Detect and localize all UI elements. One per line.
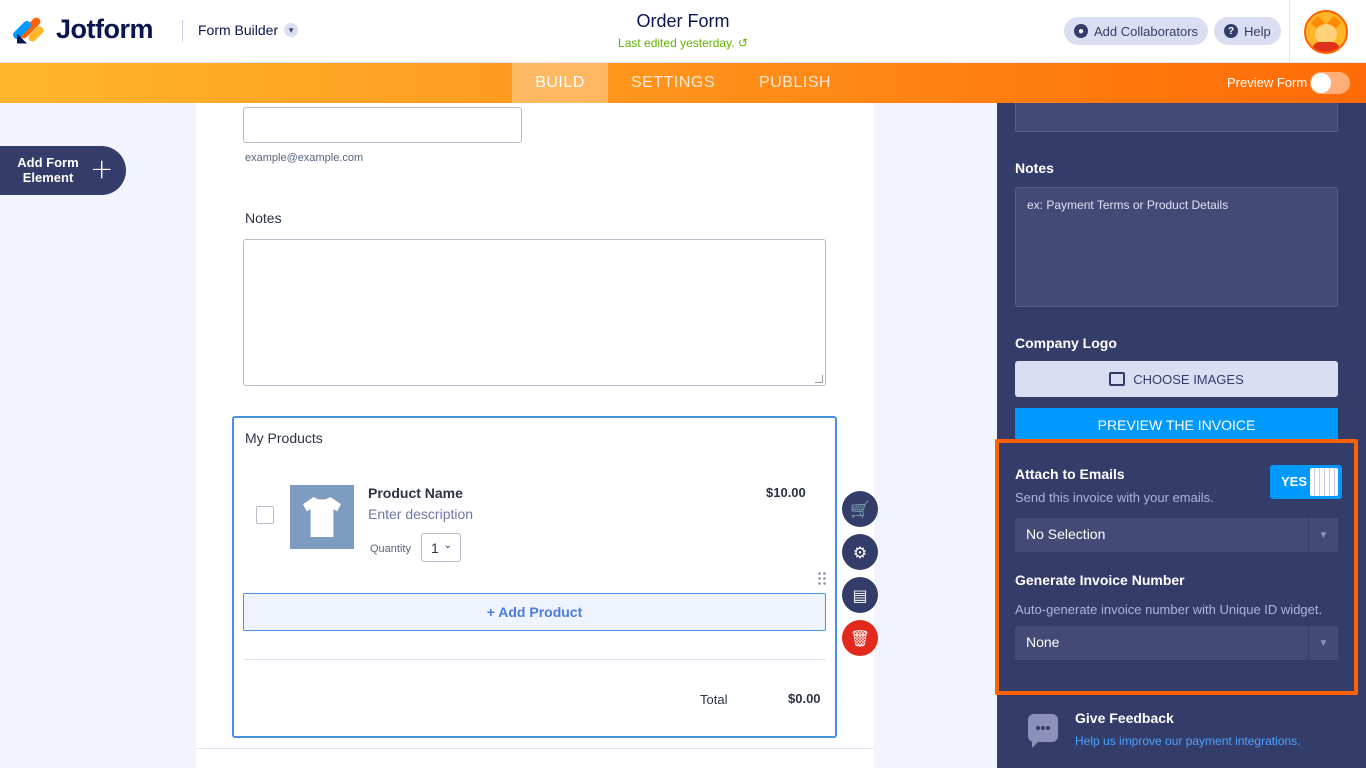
help-button[interactable]: ? Help — [1214, 17, 1281, 45]
header-divider — [182, 20, 183, 42]
jotform-logo-icon — [11, 15, 46, 45]
product-image — [290, 485, 354, 549]
email-field[interactable] — [243, 107, 522, 143]
add-product-button[interactable]: + Add Product — [243, 593, 826, 631]
product-description: Enter description — [368, 506, 474, 522]
question-icon: ? — [1224, 24, 1238, 38]
form-builder-label: Form Builder — [198, 22, 279, 38]
email-selection-value: No Selection — [1026, 526, 1106, 542]
attach-to-emails-toggle[interactable]: YES — [1270, 465, 1342, 499]
add-form-element-line1: Add Form — [17, 155, 79, 170]
form-title-area: Order Form Last edited yesterday. ↺ — [583, 11, 783, 50]
undo-icon: ↺ — [737, 36, 748, 50]
my-products-field[interactable]: My Products Product Name Enter descripti… — [232, 416, 837, 738]
image-icon — [1109, 372, 1126, 386]
panel-textarea-top[interactable] — [1015, 103, 1338, 132]
cart-icon[interactable]: 🛒 — [842, 491, 878, 527]
tab-publish[interactable]: PUBLISH — [742, 63, 848, 103]
choose-images-label: CHOOSE IMAGES — [1133, 371, 1244, 387]
quantity-value: 1 — [431, 540, 439, 556]
product-name: Product Name — [368, 485, 463, 501]
form-title[interactable]: Order Form — [583, 11, 783, 32]
add-form-element-line2: Element — [22, 170, 74, 185]
notes-textarea[interactable] — [243, 239, 826, 386]
products-divider — [243, 659, 826, 660]
invoice-number-value: None — [1026, 634, 1060, 650]
product-price: $10.00 — [766, 485, 806, 500]
generate-invoice-number-description: Auto-generate invoice number with Unique… — [1015, 602, 1323, 617]
quantity-select[interactable]: 1 ⌄ — [421, 533, 461, 562]
header-separator — [1289, 0, 1290, 63]
toggle-yes-label: YES — [1281, 474, 1308, 489]
payment-card-icon[interactable]: ▤ — [842, 577, 878, 613]
total-label: Total — [700, 692, 728, 707]
add-collaborators-button[interactable]: ● Add Collaborators — [1064, 17, 1209, 45]
jotform-logo[interactable]: Jotform — [11, 14, 154, 45]
email-selection-dropdown[interactable]: No Selection ▼ — [1015, 518, 1338, 552]
toggle-knob — [1310, 468, 1338, 496]
products-label: My Products — [245, 430, 323, 446]
add-form-element-button[interactable]: Add Form Element + — [0, 146, 126, 195]
tab-settings[interactable]: SETTINGS — [614, 63, 732, 103]
drag-handle-icon[interactable] — [817, 571, 827, 585]
form-builder-dropdown[interactable]: Form Builder ▾ — [198, 22, 299, 38]
form-canvas: example@example.com Notes My Products Pr… — [196, 103, 874, 768]
top-header: Jotform Form Builder ▾ Order Form Last e… — [0, 0, 1366, 63]
canvas-divider — [196, 748, 874, 749]
chevron-down-icon: ▼ — [1308, 626, 1338, 660]
notes-label: Notes — [245, 210, 282, 226]
resize-handle-icon[interactable] — [815, 375, 823, 383]
gear-icon[interactable]: ⚙ — [842, 534, 878, 570]
help-label: Help — [1244, 23, 1271, 39]
toggle-knob — [1311, 73, 1331, 93]
preview-form-label: Preview Form — [1227, 75, 1308, 90]
tshirt-icon — [303, 497, 341, 537]
last-edited-text: Last edited yesterday. — [618, 36, 735, 50]
feedback-link[interactable]: Help us improve our payment integrations… — [1075, 734, 1300, 748]
email-sublabel: example@example.com — [245, 152, 364, 164]
panel-notes-textarea[interactable]: ex: Payment Terms or Product Details — [1015, 187, 1338, 307]
trash-icon[interactable]: 🗑 — [842, 620, 878, 656]
quantity-label: Quantity — [370, 543, 411, 555]
total-value: $0.00 — [788, 691, 821, 706]
invoice-number-dropdown[interactable]: None ▼ — [1015, 626, 1338, 660]
generate-invoice-number-title: Generate Invoice Number — [1015, 572, 1185, 588]
builder-nav-bar: BUILD SETTINGS PUBLISH Preview Form — [0, 63, 1366, 103]
give-feedback-title: Give Feedback — [1075, 710, 1174, 726]
preview-invoice-button[interactable]: PREVIEW THE INVOICE — [1015, 408, 1338, 442]
plus-icon: + — [90, 152, 114, 185]
add-collaborators-label: Add Collaborators — [1094, 23, 1199, 39]
logo-text: Jotform — [56, 14, 154, 44]
last-edited-status[interactable]: Last edited yesterday. ↺ — [583, 36, 783, 50]
attach-to-emails-description: Send this invoice with your emails. — [1015, 490, 1214, 505]
chevron-down-icon: ⌄ — [443, 540, 452, 551]
panel-notes-label: Notes — [1015, 160, 1054, 176]
chevron-down-icon: ▾ — [284, 23, 299, 37]
choose-images-button[interactable]: CHOOSE IMAGES — [1015, 361, 1338, 397]
product-checkbox[interactable] — [256, 506, 274, 524]
tab-build[interactable]: BUILD — [512, 63, 608, 103]
chevron-down-icon: ▼ — [1308, 518, 1338, 552]
company-logo-label: Company Logo — [1015, 335, 1117, 351]
preview-form-toggle[interactable] — [1310, 72, 1350, 94]
user-icon: ● — [1074, 24, 1088, 38]
attach-to-emails-title: Attach to Emails — [1015, 466, 1125, 482]
add-form-element-label: Add Form Element — [10, 155, 86, 185]
chat-bubble-icon — [1028, 714, 1058, 742]
avatar[interactable] — [1304, 10, 1348, 54]
